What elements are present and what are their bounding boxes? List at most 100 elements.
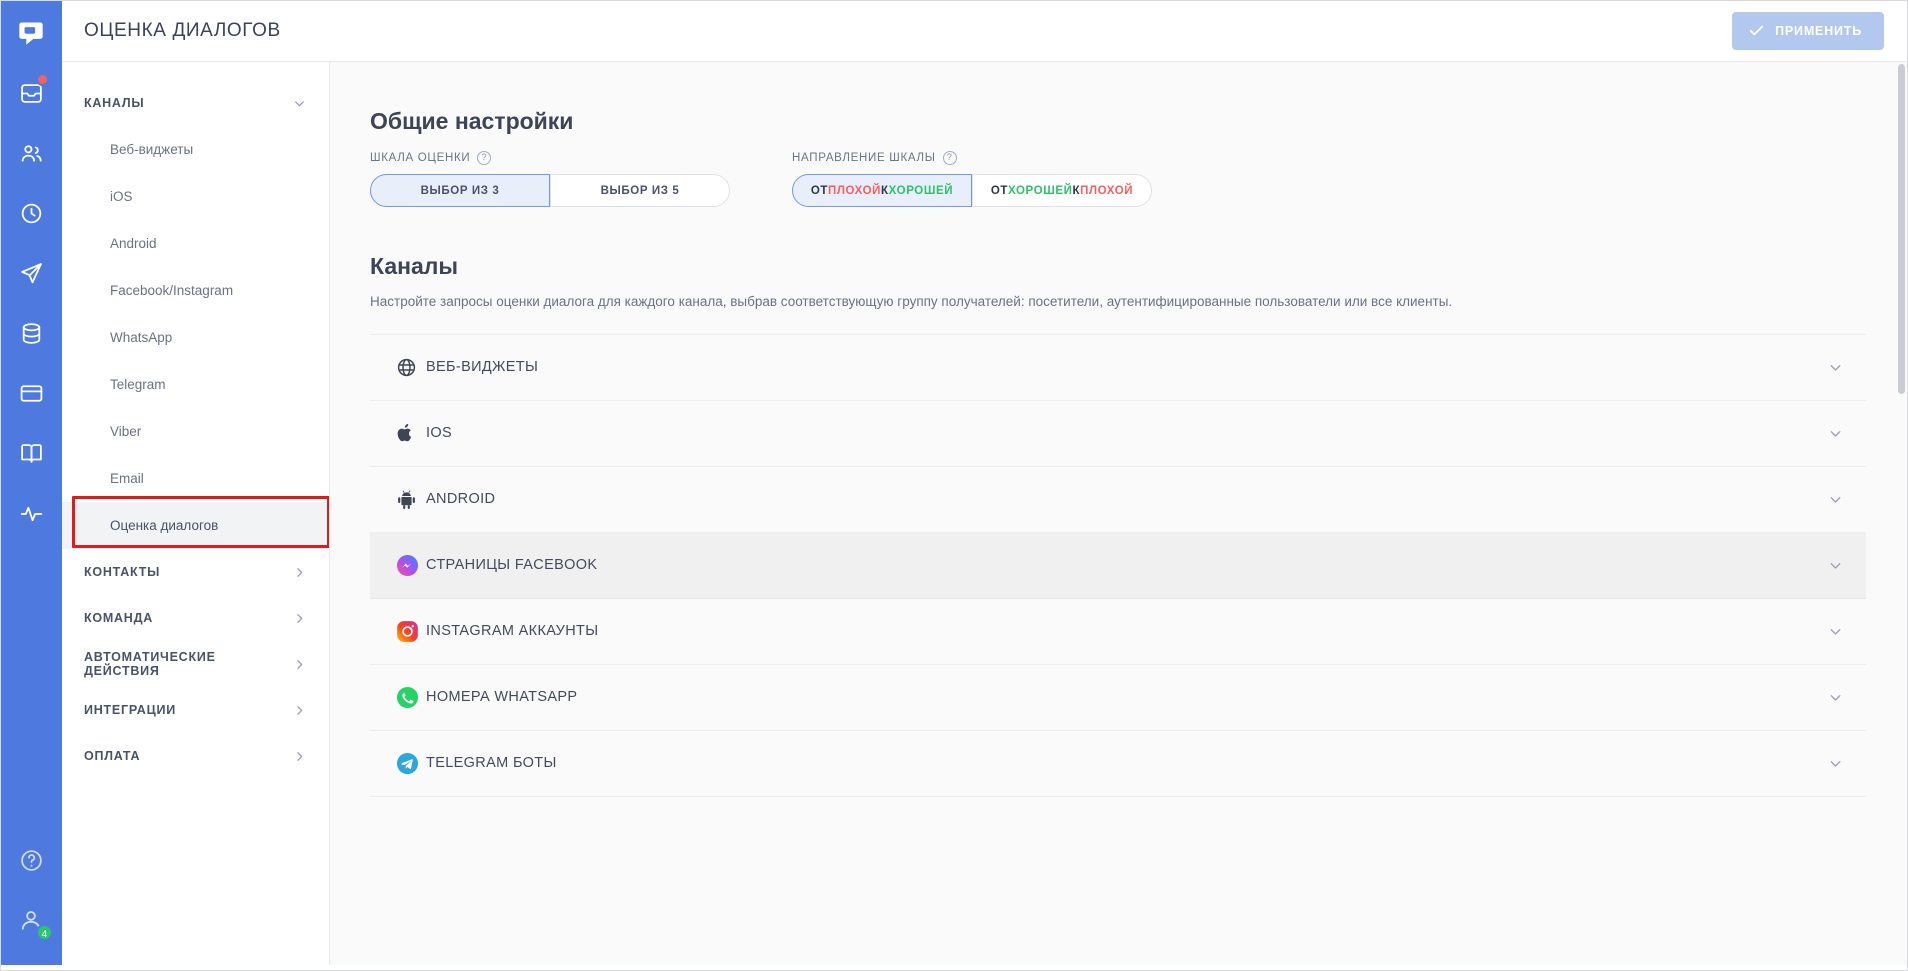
sidebar-item-label: Оценка диалогов xyxy=(110,518,219,533)
sidebar-item-viber[interactable]: Viber xyxy=(62,408,329,455)
sidebar-group-contacts-label: КОНТАКТЫ xyxy=(84,565,161,579)
chevron-right-icon xyxy=(292,565,307,580)
direction-option-good-to-bad[interactable]: ОТ ХОРОШЕЙ К ПЛОХОЙ xyxy=(972,174,1152,207)
sidebar-item-label: Веб-виджеты xyxy=(110,142,194,157)
sidebar-item-facebook-instagram[interactable]: Facebook/Instagram xyxy=(62,267,329,314)
inbox-notification-dot xyxy=(36,73,49,86)
sidebar-item-label: Android xyxy=(110,236,157,251)
telegram-icon xyxy=(396,752,426,775)
inbox-icon[interactable] xyxy=(8,70,54,116)
profile-avatar-icon[interactable]: 4 xyxy=(8,897,54,943)
scale-direction-segmented-control: ОТ ПЛОХОЙ К ХОРОШЕЙ ОТ ХОРОШЕЙ К ПЛОХОЙ xyxy=(792,174,1152,207)
chevron-right-icon xyxy=(292,749,307,764)
sidebar-item-label: Viber xyxy=(110,424,142,439)
database-icon[interactable] xyxy=(8,310,54,356)
sidebar-item-android[interactable]: Android xyxy=(62,220,329,267)
sidebar-group-integrations[interactable]: ИНТЕГРАЦИИ xyxy=(62,687,329,733)
channels-description: Настройте запросы оценки диалога для каж… xyxy=(370,294,1453,309)
profile-badge-count: 4 xyxy=(36,924,53,941)
scale-option-5[interactable]: ВЫБОР ИЗ 5 xyxy=(550,174,730,207)
accordion-row-android[interactable]: ANDROID xyxy=(370,467,1866,533)
channels-heading: Каналы xyxy=(370,253,459,279)
apply-button-label: ПРИМЕНИТЬ xyxy=(1775,23,1862,38)
sidebar-group-billing-label: ОПЛАТА xyxy=(84,749,141,763)
sidebar-item-dialog-rating[interactable]: Оценка диалогов xyxy=(62,502,329,549)
help-icon[interactable] xyxy=(8,837,54,883)
send-broadcast-icon[interactable] xyxy=(8,250,54,296)
chevron-down-icon[interactable] xyxy=(1827,491,1844,508)
page-title: ОЦЕНКА ДИАЛОГОВ xyxy=(84,19,281,41)
sidebar-item-label: iOS xyxy=(110,189,133,204)
chevron-down-icon[interactable] xyxy=(1827,557,1844,574)
accordion-row-label: IOS xyxy=(426,425,453,442)
sidebar-item-whatsapp[interactable]: WhatsApp xyxy=(62,314,329,361)
chevron-down-icon[interactable] xyxy=(1827,755,1844,772)
knowledge-base-icon[interactable] xyxy=(8,430,54,476)
accordion-row-facebook-pages[interactable]: СТРАНИЦЫ FACEBOOK xyxy=(370,532,1866,599)
accordion-row-ios[interactable]: IOS xyxy=(370,401,1866,467)
contacts-icon[interactable] xyxy=(8,130,54,176)
history-clock-icon[interactable] xyxy=(8,190,54,236)
sidebar-item-email[interactable]: Email xyxy=(62,455,329,502)
channels-accordion: ВЕБ-ВИДЖЕТЫ IOS ANDROID СТРАНИЦЫ FACEBOO… xyxy=(370,333,1866,797)
check-icon xyxy=(1748,22,1765,39)
accordion-row-instagram-accounts[interactable]: INSTAGRAM АККАУНТЫ xyxy=(370,599,1866,665)
cards-icon[interactable] xyxy=(8,370,54,416)
general-settings-row: ШКАЛА ОЦЕНКИ ? ВЫБОР ИЗ 3 ВЫБОР ИЗ 5 НАП… xyxy=(370,151,1866,207)
top-bar: ОЦЕНКА ДИАЛОГОВ ПРИМЕНИТЬ xyxy=(62,0,1908,62)
accordion-row-whatsapp-numbers[interactable]: НОМЕРА WHATSAPP xyxy=(370,665,1866,731)
scale-direction-label-wrap: НАПРАВЛЕНИЕ ШКАЛЫ ? xyxy=(792,151,1152,165)
messenger-icon xyxy=(396,554,426,577)
icon-rail: 4 xyxy=(0,0,62,971)
direction-part-to: К xyxy=(1072,184,1081,197)
chat-logo-icon[interactable] xyxy=(8,10,54,56)
sidebar-group-channels-label: КАНАЛЫ xyxy=(84,96,145,110)
direction-option-bad-to-good[interactable]: ОТ ПЛОХОЙ К ХОРОШЕЙ xyxy=(792,174,972,207)
sidebar-group-billing[interactable]: ОПЛАТА xyxy=(62,733,329,779)
chevron-down-icon[interactable] xyxy=(1827,425,1844,442)
accordion-row-web-widgets[interactable]: ВЕБ-ВИДЖЕТЫ xyxy=(370,335,1866,401)
rating-scale-segmented-control: ВЫБОР ИЗ 3 ВЫБОР ИЗ 5 xyxy=(370,174,730,207)
chevron-down-icon[interactable] xyxy=(1827,359,1844,376)
help-question-icon[interactable]: ? xyxy=(477,151,492,165)
sidebar-group-automatic-actions[interactable]: АВТОМАТИЧЕСКИЕ ДЕЙСТВИЯ xyxy=(62,641,329,687)
accordion-row-label: TELEGRAM БОТЫ xyxy=(426,755,557,772)
instagram-icon xyxy=(396,620,426,643)
vertical-scrollbar[interactable] xyxy=(1898,64,1905,394)
sidebar-item-ios[interactable]: iOS xyxy=(62,173,329,220)
app-root: 4 ОЦЕНКА ДИАЛОГОВ ПРИМЕНИТЬ КАНАЛЫ Веб-в… xyxy=(0,0,1908,971)
chevron-down-icon[interactable] xyxy=(1827,689,1844,706)
scale-direction-field: НАПРАВЛЕНИЕ ШКАЛЫ ? ОТ ПЛОХОЙ К ХОРОШЕЙ … xyxy=(792,151,1152,207)
accordion-row-label: ВЕБ-ВИДЖЕТЫ xyxy=(426,359,539,376)
sidebar-item-web-widgets[interactable]: Веб-виджеты xyxy=(62,126,329,173)
main-content: Общие настройки ШКАЛА ОЦЕНКИ ? ВЫБОР ИЗ … xyxy=(330,62,1908,971)
accordion-row-label: ANDROID xyxy=(426,491,496,508)
sidebar-group-team[interactable]: КОМАНДА xyxy=(62,595,329,641)
direction-part-bad: ПЛОХОЙ xyxy=(828,184,882,197)
direction-part-from: ОТ xyxy=(810,184,829,197)
chevron-right-icon xyxy=(292,611,307,626)
scale-option-3[interactable]: ВЫБОР ИЗ 3 xyxy=(370,174,550,207)
whatsapp-icon xyxy=(396,686,426,709)
rating-scale-field: ШКАЛА ОЦЕНКИ ? ВЫБОР ИЗ 3 ВЫБОР ИЗ 5 xyxy=(370,151,730,207)
apple-icon xyxy=(396,422,426,444)
apply-button[interactable]: ПРИМЕНИТЬ xyxy=(1732,11,1884,50)
settings-sidebar: КАНАЛЫ Веб-виджеты iOS Android Facebook/… xyxy=(62,62,330,971)
sidebar-group-channels[interactable]: КАНАЛЫ xyxy=(62,80,329,126)
android-icon xyxy=(396,489,426,510)
sidebar-item-label: Facebook/Instagram xyxy=(110,283,234,298)
bottom-strip xyxy=(0,965,1908,971)
accordion-row-telegram-bots[interactable]: TELEGRAM БОТЫ xyxy=(370,731,1866,797)
sidebar-item-label: Email xyxy=(110,471,144,486)
accordion-row-label: INSTAGRAM АККАУНТЫ xyxy=(426,623,599,640)
scale-option-5-label: ВЫБОР ИЗ 5 xyxy=(600,184,680,197)
general-settings-heading: Общие настройки xyxy=(370,108,574,134)
chevron-down-icon[interactable] xyxy=(1827,623,1844,640)
analytics-pulse-icon[interactable] xyxy=(8,490,54,536)
right-pane: ОЦЕНКА ДИАЛОГОВ ПРИМЕНИТЬ КАНАЛЫ Веб-вид… xyxy=(62,0,1908,971)
chevron-right-icon xyxy=(292,657,307,672)
help-question-icon[interactable]: ? xyxy=(942,151,957,165)
sidebar-item-telegram[interactable]: Telegram xyxy=(62,361,329,408)
sidebar-group-automatic-actions-label: АВТОМАТИЧЕСКИЕ ДЕЙСТВИЯ xyxy=(84,650,216,678)
sidebar-group-contacts[interactable]: КОНТАКТЫ xyxy=(62,549,329,595)
